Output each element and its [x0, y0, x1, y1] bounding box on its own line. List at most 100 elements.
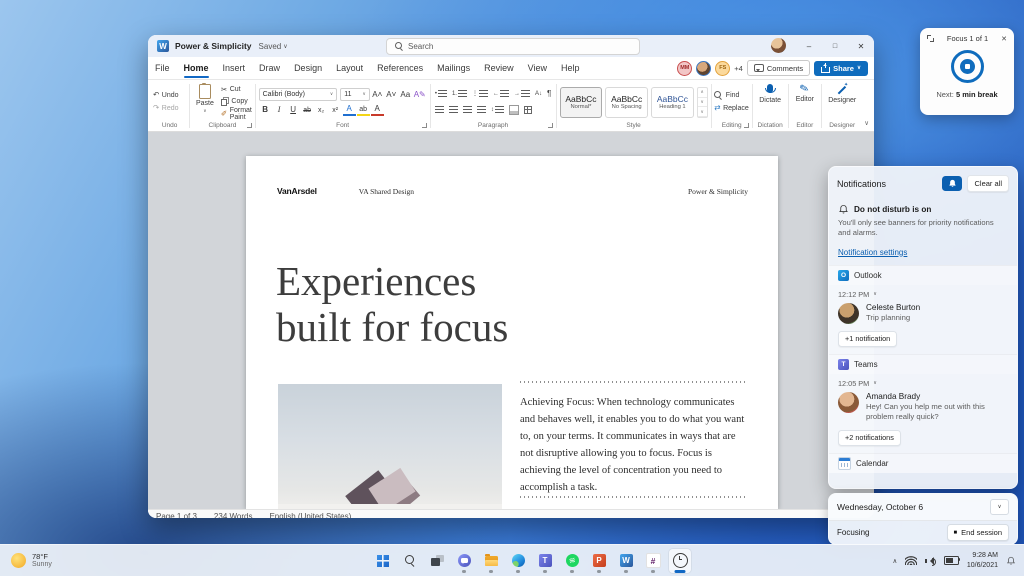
font-size-select[interactable]: 11 ∨ [340, 87, 370, 101]
document-page[interactable]: VanArsdel VA Shared Design Power & Simpl… [246, 156, 778, 509]
tab-review[interactable]: Review [477, 57, 521, 79]
tab-insert[interactable]: Insert [216, 57, 253, 79]
more-notifications-badge[interactable]: +1 notification [838, 330, 898, 347]
style-no-spacing[interactable]: AaBbCc No Spacing [605, 87, 649, 118]
spotify-button[interactable]: ≋ [561, 549, 583, 573]
doc-image[interactable] [278, 384, 502, 509]
undo-button[interactable]: ↶ Undo [153, 90, 186, 101]
paste-button[interactable]: Paste ∨ [193, 83, 217, 120]
increase-indent-button[interactable]: → [512, 88, 531, 100]
powerpoint-button[interactable]: P [588, 549, 610, 573]
outlook-notification[interactable]: 12:12 PM ∨ Celeste Burton Trip planning … [829, 284, 1017, 354]
format-painter-button[interactable]: ✐ Format Paint [221, 107, 252, 121]
justify-button[interactable] [475, 104, 487, 116]
close-button[interactable]: ✕ [848, 35, 874, 57]
battery-icon[interactable] [944, 555, 960, 566]
collaborators-more[interactable]: +4 [734, 64, 743, 73]
clipboard-launcher-icon[interactable] [246, 123, 252, 128]
strikethrough-button[interactable]: ab [301, 103, 314, 115]
find-button[interactable]: Find [714, 90, 749, 101]
widgets-weather-button[interactable]: 78°F Sunny [0, 552, 161, 570]
clock-app-button[interactable] [669, 548, 691, 573]
change-case-button[interactable]: Aa [399, 88, 412, 100]
word-count[interactable]: 234 Words [214, 512, 253, 518]
numbering-button[interactable]: 1. [450, 88, 468, 100]
chat-button[interactable] [453, 549, 475, 573]
saved-chevron-icon[interactable]: ∨ [283, 43, 287, 50]
tab-mailings[interactable]: Mailings [430, 57, 477, 79]
grow-font-button[interactable]: A˄ [371, 88, 384, 100]
edge-button[interactable] [507, 549, 529, 573]
collapse-ribbon-icon[interactable]: ∨ [862, 119, 874, 131]
calendar-group-header[interactable]: Calendar [829, 452, 1017, 473]
wifi-icon[interactable] [905, 556, 918, 565]
sort-button[interactable]: A↓ [533, 88, 543, 100]
multilevel-list-button[interactable]: ⋮ [470, 88, 489, 100]
tab-design[interactable]: Design [287, 57, 329, 79]
focus-close-icon[interactable]: ✕ [1001, 35, 1007, 43]
shading-button[interactable] [507, 104, 520, 116]
calendar-collapse-button[interactable]: ∨ [990, 499, 1009, 515]
align-right-button[interactable] [461, 104, 473, 116]
shrink-font-button[interactable]: A˅ [385, 88, 398, 100]
search-input[interactable]: Search [386, 38, 640, 55]
tab-file[interactable]: File [148, 57, 177, 79]
language-indicator[interactable]: English (United States) [269, 512, 351, 518]
styles-scroll-up[interactable]: ∧ [697, 88, 707, 98]
cut-button[interactable]: ✂ Cut [221, 84, 252, 95]
page-indicator[interactable]: Page 1 of 3 [156, 512, 197, 518]
paragraph-launcher-icon[interactable] [547, 123, 553, 128]
collaborator-badge-fs[interactable]: FS [715, 60, 731, 76]
maximize-button[interactable]: □ [822, 35, 848, 57]
bullets-button[interactable]: • [433, 88, 448, 100]
styles-gallery-expand[interactable]: ∨ [697, 107, 707, 118]
tab-home[interactable]: Home [177, 57, 216, 79]
end-session-button[interactable]: ■ End session [946, 524, 1009, 541]
collapse-chevron-icon[interactable]: ∨ [873, 291, 877, 297]
clear-formatting-button[interactable]: A✎ [413, 88, 427, 100]
tab-layout[interactable]: Layout [329, 57, 370, 79]
font-color-button[interactable]: A [370, 102, 384, 116]
teams-notification[interactable]: 12:05 PM ∨ Amanda Brady Hey! Can you hel… [829, 373, 1017, 453]
subscript-button[interactable]: x₂ [315, 103, 328, 115]
superscript-button[interactable]: x² [329, 103, 342, 115]
teams-button[interactable]: T [534, 549, 556, 573]
teams-group-header[interactable]: T Teams [829, 353, 1017, 374]
copy-button[interactable]: Copy [220, 96, 252, 107]
redo-button[interactable]: ↷ Redo [153, 103, 186, 114]
tab-draw[interactable]: Draw [252, 57, 287, 79]
focus-stop-button[interactable] [959, 59, 975, 74]
font-launcher-icon[interactable] [421, 123, 427, 128]
file-explorer-button[interactable] [480, 549, 502, 573]
tray-overflow-chevron-icon[interactable]: ∧ [892, 557, 897, 565]
replace-button[interactable]: ⇄ Replace [714, 103, 749, 114]
bold-button[interactable]: B [259, 103, 272, 115]
designer-button[interactable]: Designer [825, 82, 859, 120]
tab-help[interactable]: Help [554, 57, 587, 79]
font-name-select[interactable]: Calibri (Body) ∨ [258, 87, 338, 101]
editing-launcher-icon[interactable] [744, 123, 750, 128]
clear-all-button[interactable]: Clear all [967, 175, 1009, 192]
line-spacing-button[interactable]: ↕ [489, 104, 505, 116]
text-effects-button[interactable]: A [342, 102, 356, 116]
align-center-button[interactable] [447, 104, 459, 116]
taskbar-search-button[interactable] [399, 549, 421, 573]
notification-center-icon[interactable] [1006, 556, 1016, 566]
volume-icon[interactable] [925, 556, 937, 566]
do-not-disturb-toggle[interactable] [942, 176, 963, 191]
collapse-chevron-icon[interactable]: ∨ [873, 380, 877, 386]
styles-scroll-down[interactable]: ∨ [697, 98, 707, 108]
notification-settings-link[interactable]: Notification settings [838, 248, 907, 257]
align-left-button[interactable] [433, 104, 445, 116]
start-button[interactable] [372, 549, 394, 573]
word-button[interactable]: W [615, 549, 637, 573]
task-view-button[interactable] [426, 549, 448, 573]
expand-icon[interactable] [927, 35, 934, 42]
italic-button[interactable]: I [273, 103, 286, 115]
dictate-button[interactable]: Dictate [756, 83, 784, 120]
editor-button[interactable]: ✎ Editor [793, 82, 817, 120]
more-notifications-badge[interactable]: +2 notifications [838, 429, 901, 446]
outlook-group-header[interactable]: O Outlook [829, 264, 1017, 285]
highlight-button[interactable]: ab [356, 102, 370, 116]
style-heading1[interactable]: AaBbCc Heading 1 [651, 87, 694, 118]
